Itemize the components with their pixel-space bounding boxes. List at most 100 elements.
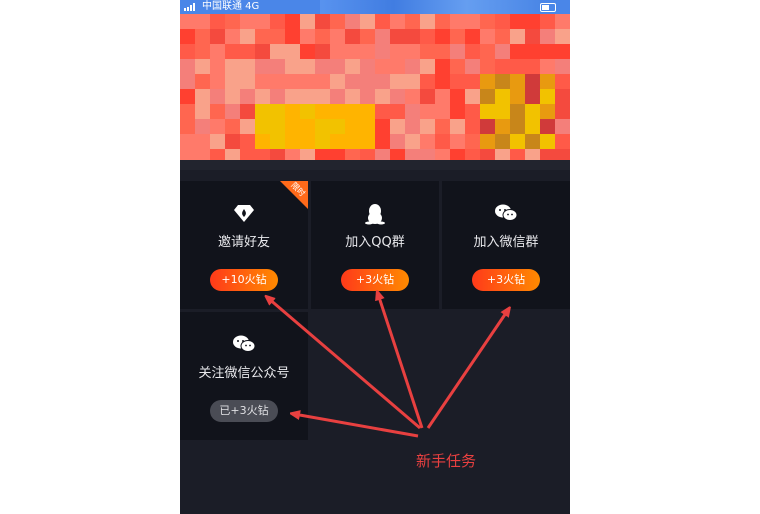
status-bar: 中国联通 4G	[180, 0, 570, 14]
reward-button[interactable]: +10火钻	[210, 269, 278, 291]
banner-pixel	[390, 134, 405, 149]
banner-pixel	[480, 44, 495, 59]
banner-pixel	[495, 119, 510, 134]
banner-pixel	[480, 14, 495, 29]
banner-pixel	[495, 74, 510, 89]
banner-pixel	[195, 134, 210, 149]
banner-pixel	[315, 104, 330, 119]
banner-pixel	[405, 104, 420, 119]
task-title: 关注微信公众号	[198, 366, 290, 381]
banner-pixel	[195, 59, 210, 74]
task-join-qq-group[interactable]: 加入QQ群 +3火钻	[311, 181, 439, 309]
banner-pixel	[315, 89, 330, 104]
banner-pixel	[225, 14, 240, 29]
banner-pixel	[435, 44, 450, 59]
banner-pixel	[300, 29, 315, 44]
banner-pixel	[345, 59, 360, 74]
banner-pixel	[495, 59, 510, 74]
task-join-wechat-group[interactable]: 加入微信群 +3火钻	[442, 181, 570, 309]
phone-screen: 中国联通 4G 邀请好友 +10火钻 限时 加入QQ群 +3火钻 加入微信群 +…	[180, 0, 570, 514]
banner-pixel	[495, 104, 510, 119]
banner-pixel	[375, 134, 390, 149]
banner-pixel	[300, 14, 315, 29]
banner-pixel	[255, 44, 270, 59]
banner-pixel	[480, 134, 495, 149]
banner-pixel	[540, 89, 555, 104]
reward-button[interactable]: +3火钻	[472, 269, 540, 291]
banner-pixel	[540, 134, 555, 149]
banner-pixel	[330, 29, 345, 44]
banner-pixel	[525, 59, 540, 74]
banner-pixel	[225, 134, 240, 149]
banner-pixel	[195, 14, 210, 29]
banner-pixel	[240, 89, 255, 104]
banner-pixel	[510, 44, 525, 59]
banner-pixel	[525, 119, 540, 134]
banner-pixel	[300, 89, 315, 104]
banner-pixel	[375, 29, 390, 44]
banner-pixel	[255, 14, 270, 29]
banner-pixel	[435, 134, 450, 149]
banner-pixel	[210, 89, 225, 104]
banner-pixel	[330, 104, 345, 119]
banner-pixel	[510, 59, 525, 74]
banner-pixel	[180, 134, 195, 149]
banner-pixel	[240, 74, 255, 89]
banner-pixel	[390, 59, 405, 74]
banner-pixel	[375, 119, 390, 134]
banner-pixel	[195, 29, 210, 44]
banner-pixel	[180, 59, 195, 74]
banner-pixel	[285, 134, 300, 149]
banner-pixel	[390, 89, 405, 104]
banner-pixel	[450, 44, 465, 59]
banner-pixel	[480, 29, 495, 44]
banner-pixel	[465, 29, 480, 44]
banner-pixel	[180, 119, 195, 134]
banner-pixel	[405, 29, 420, 44]
banner-pixel	[420, 89, 435, 104]
banner-pixel	[285, 29, 300, 44]
banner-pixel	[420, 119, 435, 134]
banner-pixel	[225, 74, 240, 89]
banner-pixel	[540, 44, 555, 59]
banner-pixel	[345, 134, 360, 149]
task-follow-wechat-account[interactable]: 关注微信公众号 已+3火钻	[180, 312, 308, 440]
banner-pixel	[525, 89, 540, 104]
banner-pixel	[435, 29, 450, 44]
banner-pixel	[360, 134, 375, 149]
banner-pixel	[285, 104, 300, 119]
banner-pixel	[360, 89, 375, 104]
banner-pixel	[210, 104, 225, 119]
banner-pixel	[315, 14, 330, 29]
banner-pixel	[225, 89, 240, 104]
banner-pixel	[300, 134, 315, 149]
banner-pixel	[405, 59, 420, 74]
banner-pixel	[450, 74, 465, 89]
banner-pixel	[495, 44, 510, 59]
banner-image[interactable]	[180, 14, 570, 170]
task-title: 邀请好友	[217, 235, 270, 250]
banner-pixel	[555, 74, 570, 89]
banner-pixel	[510, 89, 525, 104]
banner-pixel	[510, 104, 525, 119]
banner-pixel	[255, 104, 270, 119]
banner-pixel	[360, 119, 375, 134]
banner-pixel	[450, 119, 465, 134]
banner-pixel	[225, 59, 240, 74]
banner-pixel	[390, 119, 405, 134]
reward-button[interactable]: +3火钻	[341, 269, 409, 291]
banner-pixel	[330, 74, 345, 89]
banner-pixel	[465, 44, 480, 59]
banner-pixel	[225, 104, 240, 119]
wechat-icon	[180, 334, 308, 354]
banner-pixel	[555, 29, 570, 44]
banner-pixel	[420, 59, 435, 74]
banner-pixel	[480, 59, 495, 74]
banner-pixel	[360, 104, 375, 119]
task-invite-friends[interactable]: 邀请好友 +10火钻 限时	[180, 181, 308, 309]
banner-pixel	[225, 44, 240, 59]
banner-pixel	[270, 74, 285, 89]
banner-pixel	[255, 119, 270, 134]
banner-divider	[180, 160, 570, 170]
banner-pixel	[270, 14, 285, 29]
